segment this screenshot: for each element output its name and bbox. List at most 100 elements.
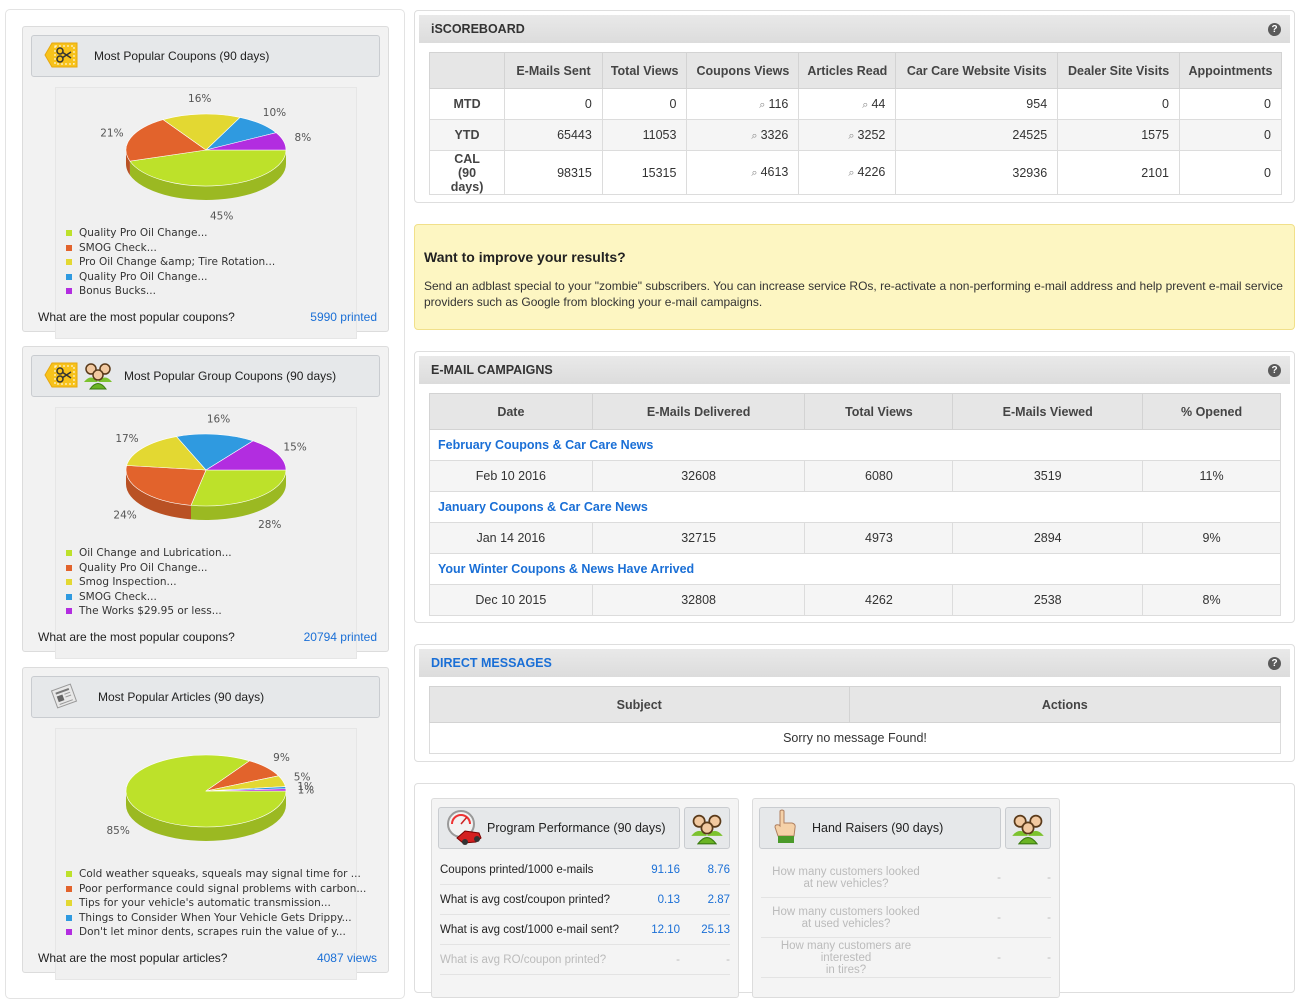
card-question: What are the most popular coupons? [38,630,235,644]
label-line: at new vehicles? [803,877,889,890]
viewed-cell: 2894 [952,522,1144,554]
legend-label: Poor performance could signal problems w… [79,882,367,895]
label-line: in tires? [825,963,867,976]
magnifier-icon[interactable]: ⌕ [848,167,854,179]
pie-svg: 85%9%5%1%1% [106,752,314,841]
column-header: Coupons Views [686,52,800,89]
help-icon[interactable]: ? [1268,363,1281,377]
card-title: Most Popular Coupons (90 days) [94,49,270,63]
improve-results-alert: Want to improve your results? Send an ad… [414,224,1295,330]
delivered-cell: 32715 [591,522,806,554]
campaign-link[interactable]: February Coupons & Car Care News [429,429,1281,461]
campaign-name-row: Your Winter Coupons & News Have Arrived [429,553,1281,585]
legend-item: SMOG Check... [66,241,275,256]
appointments-cell: 0 [1179,88,1282,120]
magnifier-icon[interactable]: ⌕ [751,167,757,179]
table-row: Jan 14 2016 32715 4973 2894 9% [429,522,1281,554]
list-item: How many customers looked at new vehicles… [761,858,1051,898]
legend-swatch [66,579,72,586]
legend-item: Bonus Bucks... [66,284,275,299]
group-users-icon [82,360,114,393]
list-item: What is avg cost/coupon printed? 0.13 2.… [440,885,730,915]
popular-articles-card: Most Popular Articles (90 days) 85% 9% 5% 1… [22,667,389,980]
group-value-link[interactable]: 25.13 [680,924,730,936]
date-cell: Dec 10 2015 [429,584,593,616]
slice-label: 85% [106,825,129,837]
campaign-link[interactable]: Your Winter Coupons & News Have Arrived [429,553,1281,585]
legend-label: Oil Change and Lubrication... [79,547,232,559]
value-link[interactable]: 91.16 [630,864,680,876]
group-value-link[interactable]: 8.76 [680,864,730,876]
group-toggle-button[interactable] [1005,807,1051,849]
views-count-link[interactable]: 4087 views [317,951,377,965]
legend-swatch [66,593,72,600]
legend-swatch [66,914,72,921]
legend-item: Quality Pro Oil Change... [66,226,275,241]
opened-cell: 9% [1142,522,1281,554]
slice-label: 28% [258,519,281,531]
table-header-row: E-Mails Sent Total Views Coupons Views A… [428,52,1282,89]
row-label: YTD [428,119,506,151]
legend-item: Things to Consider When Your Vehicle Get… [66,911,366,926]
column-header: Dealer Site Visits [1057,52,1180,89]
cell-value: 4226 [857,165,886,179]
campaign-name-row: January Coupons & Car Care News [429,491,1281,523]
legend-label: Things to Consider When Your Vehicle Get… [79,911,352,924]
appointments-cell: 0 [1179,119,1282,151]
printed-count-link[interactable]: 5990 printed [310,310,377,324]
magnifier-icon[interactable]: ⌕ [759,99,765,111]
group-value: - [726,953,730,966]
row-label: How many customers looked at used vehicle… [761,906,931,930]
legend-swatch [66,244,72,251]
card-header: Most Popular Group Coupons (90 days) [31,355,380,397]
column-header: % Opened [1142,393,1281,430]
panel-header: E-MAIL CAMPAIGNS ? [419,356,1290,384]
alert-body: Send an adblast special to your "zombie"… [424,279,1283,309]
panel-title-link[interactable]: DIRECT MESSAGES [431,656,552,670]
column-header: Subject [429,686,850,723]
slice-label: 16% [188,93,211,105]
column-header: E-Mails Delivered [591,393,806,430]
help-icon[interactable]: ? [1268,656,1281,670]
legend-label: Quality Pro Oil Change... [79,561,208,574]
legend-label: Don't let minor dents, scrapes ruin the … [79,926,346,938]
date-cell: Jan 14 2016 [429,522,593,554]
value-link[interactable]: 12.10 [630,924,680,936]
coupons-views-cell: ⌕ 116 [686,88,800,120]
group-coupons-pie-chart: 28% 24% 17% 16% 15% Oil Change and Lubricati… [55,407,357,659]
emails-sent-cell: 0 [504,88,603,120]
magnifier-icon[interactable]: ⌕ [848,130,854,142]
car-care-visits-cell: 24525 [895,119,1059,151]
list-item: What is avg cost/1000 e-mail sent? 12.10… [440,915,730,945]
group-toggle-button[interactable] [684,807,730,849]
total-views-cell: 0 [601,88,688,120]
column-header: Total Views [601,52,688,89]
column-header: Date [429,393,593,430]
card-question: What are the most popular coupons? [38,310,235,324]
printed-count-link[interactable]: 20794 printed [304,630,377,644]
scoreboard-table: E-Mails Sent Total Views Coupons Views A… [428,52,1282,195]
legend-label: Smog Inspection... [79,576,177,588]
group-value-link[interactable]: 2.87 [680,894,730,906]
empty-row: Sorry no message Found! [429,722,1281,754]
legend-swatch [66,550,72,557]
slice-label: 17% [115,433,138,445]
list-item: How many customers looked at used vehicle… [761,898,1051,938]
viewed-cell: 2538 [952,584,1144,616]
magnifier-icon[interactable]: ⌕ [862,99,868,111]
table-row: Feb 10 2016 32608 6080 3519 11% [429,460,1281,492]
scoreboard-panel: iSCOREBOARD ? E-Mails Sent Total Views C… [414,10,1295,203]
legend-label: Quality Pro Oil Change... [79,270,208,283]
value: - [997,951,1001,964]
row-label: How many customers are interested in tire… [761,940,931,976]
column-header: E-Mails Viewed [952,393,1144,430]
value-link[interactable]: 0.13 [630,894,680,906]
campaign-link[interactable]: January Coupons & Car Care News [429,491,1281,523]
list-item: What is avg RO/coupon printed? - - [440,945,730,975]
empty-message: Sorry no message Found! [429,722,1281,754]
coupons-views-cell: ⌕ 3326 [686,119,800,151]
performance-rows: Coupons printed/1000 e-mails 91.16 8.76 … [440,855,730,975]
magnifier-icon[interactable]: ⌕ [751,130,757,142]
help-icon[interactable]: ? [1268,22,1281,36]
total-views-cell: 15315 [601,150,688,195]
